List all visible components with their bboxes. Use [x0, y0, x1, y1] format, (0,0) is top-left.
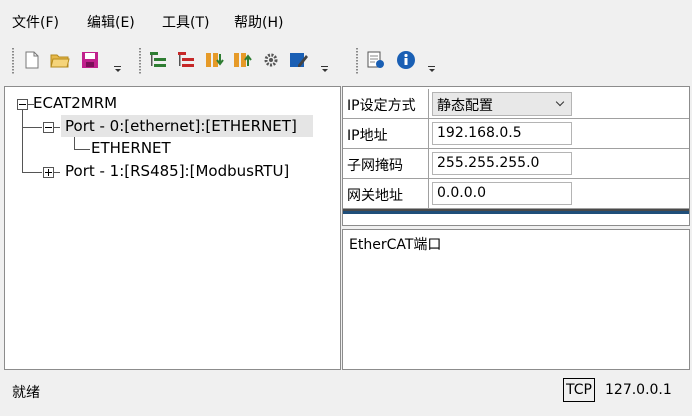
ip-address-field[interactable]: 192.168.0.5 [432, 122, 572, 145]
monitor-icon[interactable] [366, 50, 386, 70]
status-bar: 就绪 TCP 127.0.0.1 [0, 374, 692, 416]
menu-help[interactable]: 帮助(H) [234, 12, 283, 32]
description-text: EtherCAT端口 [349, 237, 442, 253]
prop-separator [428, 179, 429, 208]
tree-line [74, 137, 75, 149]
subnet-mask-field[interactable]: 255.255.255.0 [432, 152, 572, 175]
menu-bar: 文件(F) 编辑(E) 工具(T) 帮助(H) [0, 6, 692, 32]
toolbar-overflow-icon[interactable] [114, 66, 122, 74]
toolbar [0, 42, 692, 78]
tree-node-root[interactable]: ECAT2MRM [33, 94, 117, 112]
tree-line [54, 172, 60, 173]
tree-remove-icon[interactable] [177, 50, 197, 70]
toolbar-grip[interactable] [139, 48, 141, 74]
tree-line [22, 110, 23, 172]
tree-line [54, 127, 60, 128]
prop-label: 网关地址 [347, 188, 403, 204]
ip-mode-value: 静态配置 [437, 98, 493, 114]
expand-icon[interactable] [43, 167, 54, 178]
toolbar-overflow-icon[interactable] [428, 66, 436, 74]
toolbar-group-help [354, 44, 444, 76]
prop-row-gateway: 网关地址 0.0.0.0 [343, 179, 689, 208]
ip-address-value: 192.168.0.5 [437, 125, 522, 141]
collapse-icon[interactable] [17, 99, 28, 110]
protocol-badge: TCP [563, 378, 595, 402]
info-icon[interactable] [396, 50, 416, 70]
edit-icon[interactable] [289, 50, 309, 70]
toolbar-group-file [10, 44, 130, 76]
save-icon[interactable] [80, 50, 100, 70]
gateway-field[interactable]: 0.0.0.0 [432, 182, 572, 205]
ip-mode-select[interactable]: 静态配置 [432, 92, 572, 116]
splitter-bar[interactable] [343, 211, 689, 214]
tree-node-port0[interactable]: Port - 0:[ethernet]:[ETHERNET] [65, 117, 297, 135]
tree-node-ethernet[interactable]: ETHERNET [91, 139, 171, 157]
prop-separator [428, 119, 429, 148]
prop-row-ip: IP地址 192.168.0.5 [343, 119, 689, 148]
toolbar-group-device [137, 44, 347, 76]
prop-row-ip-mode: IP设定方式 静态配置 [343, 89, 689, 118]
download-icon[interactable] [205, 50, 225, 70]
connection-address: 127.0.0.1 [605, 382, 672, 398]
prop-label: IP设定方式 [347, 98, 416, 114]
prop-label: 子网掩码 [347, 158, 403, 174]
collapse-icon[interactable] [43, 122, 54, 133]
gateway-value: 0.0.0.0 [437, 185, 486, 201]
prop-row-mask: 子网掩码 255.255.255.0 [343, 149, 689, 178]
settings-icon[interactable] [261, 50, 281, 70]
new-file-icon[interactable] [22, 50, 42, 70]
toolbar-grip[interactable] [356, 48, 358, 74]
chevron-down-icon [555, 97, 565, 107]
menu-edit[interactable]: 编辑(E) [87, 12, 135, 32]
prop-separator [428, 89, 429, 118]
status-text: 就绪 [12, 385, 40, 401]
tree-line [22, 127, 42, 128]
toolbar-grip[interactable] [12, 48, 14, 74]
tree-line [74, 149, 90, 150]
menu-tools[interactable]: 工具(T) [162, 12, 209, 32]
open-folder-icon[interactable] [50, 50, 70, 70]
toolbar-overflow-icon[interactable] [321, 66, 329, 74]
menu-file[interactable]: 文件(F) [12, 12, 59, 32]
device-tree[interactable]: ECAT2MRM Port - 0:[ethernet]:[ETHERNET] … [4, 86, 341, 370]
tree-add-icon[interactable] [149, 50, 169, 70]
prop-label: IP地址 [347, 128, 388, 144]
property-grid: IP设定方式 静态配置 IP地址 192.168.0.5 子网掩码 255.25… [342, 86, 690, 226]
prop-separator [428, 149, 429, 178]
upload-icon[interactable] [233, 50, 253, 70]
tree-node-port1[interactable]: Port - 1:[RS485]:[ModbusRTU] [65, 162, 289, 180]
description-panel: EtherCAT端口 [342, 229, 690, 370]
tree-line [22, 172, 42, 173]
subnet-mask-value: 255.255.255.0 [437, 155, 540, 171]
